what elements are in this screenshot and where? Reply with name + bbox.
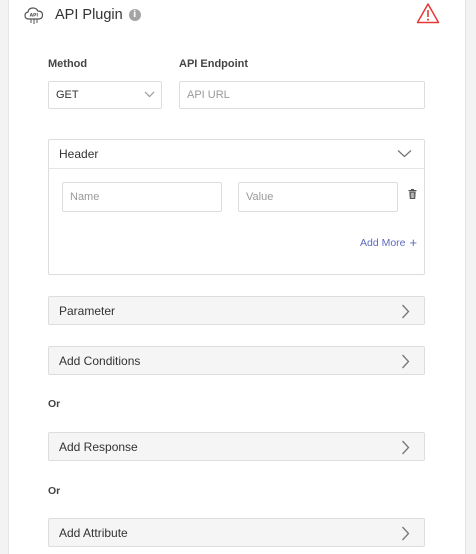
chevron-right-icon [402, 526, 410, 541]
header-title: Header [59, 147, 99, 161]
info-icon[interactable]: i [128, 9, 141, 21]
parameter-accordion[interactable]: Parameter [48, 296, 425, 325]
plus-icon: + [409, 235, 418, 250]
chevron-right-icon [402, 354, 410, 369]
api-url-input[interactable]: API URL [179, 81, 425, 109]
header-value-placeholder: Value [246, 191, 274, 203]
header-name-input[interactable]: Name [62, 182, 222, 212]
method-select[interactable]: GET [48, 81, 162, 109]
trash-icon[interactable] [408, 189, 417, 199]
or-separator: Or [48, 485, 61, 497]
api-cloud-icon: API [24, 7, 44, 24]
add-conditions-accordion[interactable]: Add Conditions [48, 346, 425, 375]
add-response-label: Add Response [59, 439, 138, 454]
or-separator: Or [48, 398, 61, 410]
header-toggle[interactable]: Header [49, 140, 424, 169]
add-conditions-label: Add Conditions [59, 353, 141, 368]
add-attribute-label: Add Attribute [59, 525, 128, 540]
add-response-accordion[interactable]: Add Response [48, 432, 425, 461]
chevron-down-icon [144, 91, 155, 98]
header-name-placeholder: Name [70, 191, 100, 203]
svg-text:API: API [30, 13, 39, 19]
api-endpoint-label: API Endpoint [179, 58, 249, 70]
plugin-header: API API Plugin i [23, 4, 141, 26]
warning-triangle-icon[interactable] [416, 2, 440, 24]
chevron-right-icon [402, 440, 410, 455]
header-value-input[interactable]: Value [238, 182, 398, 212]
api-url-placeholder: API URL [187, 89, 230, 101]
api-plugin-panel: API API Plugin i Method API Endpoint GET… [8, 0, 466, 554]
method-label: Method [48, 58, 88, 70]
header-section: Header Name Value Add More + [48, 139, 425, 275]
method-selected-value: GET [56, 89, 79, 101]
chevron-right-icon [402, 304, 410, 319]
parameter-label: Parameter [59, 303, 116, 318]
add-more-button[interactable]: Add More + [360, 235, 418, 250]
chevron-down-icon [397, 150, 412, 158]
add-more-label: Add More [360, 237, 406, 249]
add-attribute-accordion[interactable]: Add Attribute [48, 518, 425, 547]
plugin-title: API Plugin [55, 7, 123, 23]
